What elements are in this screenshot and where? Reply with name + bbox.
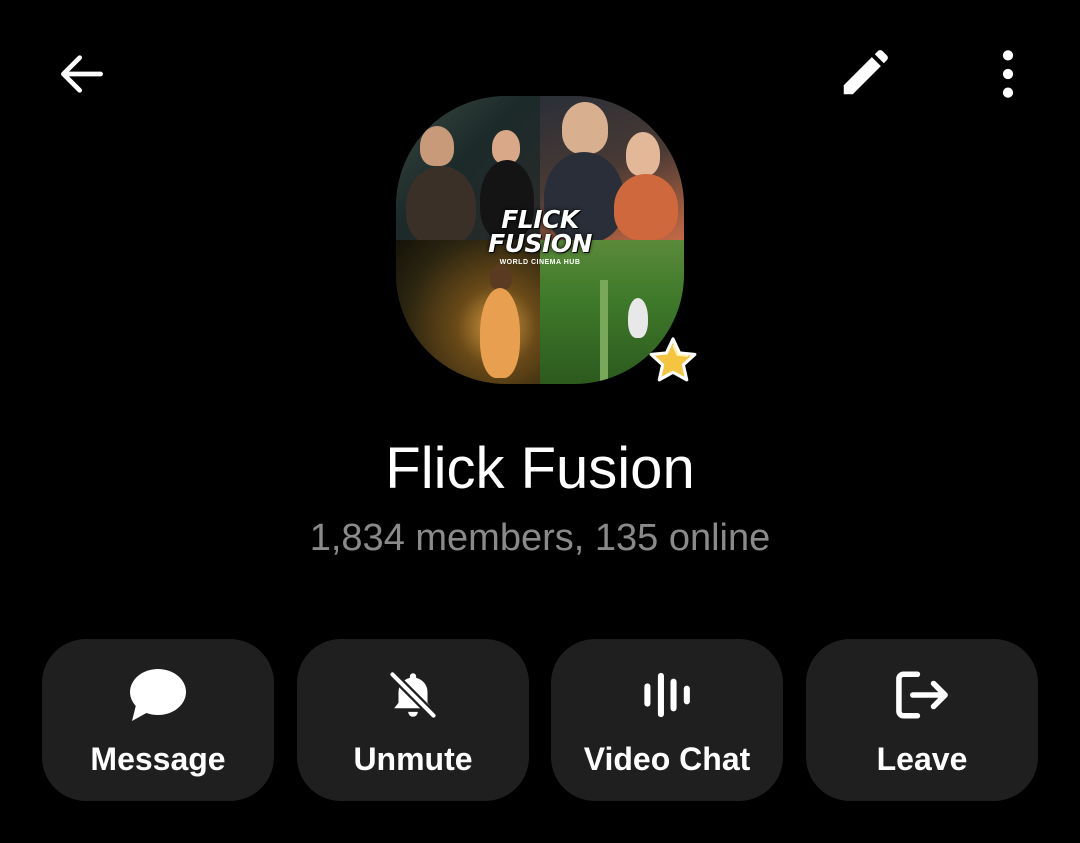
arrow-left-icon bbox=[61, 55, 103, 93]
pencil-icon bbox=[843, 50, 888, 95]
group-name: Flick Fusion bbox=[385, 436, 695, 501]
unmute-button[interactable]: Unmute bbox=[297, 639, 529, 801]
back-button[interactable] bbox=[46, 38, 118, 110]
voice-chat-icon bbox=[644, 672, 690, 718]
action-icon-wrap bbox=[297, 663, 529, 727]
action-icon-wrap bbox=[806, 663, 1038, 727]
avatar-subtitle: WORLD CINEMA HUB bbox=[499, 259, 581, 266]
star-icon bbox=[649, 337, 697, 382]
video-chat-button[interactable]: Video Chat bbox=[551, 639, 783, 801]
more-vertical-icon bbox=[1002, 50, 1014, 98]
chat-bubble-icon bbox=[130, 669, 186, 721]
video-chat-button-label: Video Chat bbox=[583, 741, 751, 777]
message-button-label: Message bbox=[90, 741, 226, 777]
action-icon-wrap bbox=[551, 663, 783, 727]
path-line bbox=[600, 280, 608, 384]
leave-button[interactable]: Leave bbox=[806, 639, 1038, 801]
star-badge bbox=[646, 334, 700, 388]
unmute-button-label: Unmute bbox=[353, 741, 473, 777]
leave-icon bbox=[896, 671, 948, 719]
avatar-title-line: FUSION bbox=[488, 229, 592, 258]
message-button[interactable]: Message bbox=[42, 639, 274, 801]
leave-button-label: Leave bbox=[876, 741, 968, 777]
group-avatar[interactable]: FLICK FUSION WORLD CINEMA HUB bbox=[396, 96, 684, 384]
avatar-title: FLICK FUSION bbox=[396, 207, 684, 258]
group-member-status: 1,834 members, 135 online bbox=[309, 517, 771, 559]
action-icon-wrap bbox=[42, 663, 274, 727]
bell-off-icon bbox=[388, 670, 438, 720]
action-buttons-row: Message Unmute Video Chat Leave bbox=[42, 639, 1038, 801]
edit-button[interactable] bbox=[828, 38, 900, 110]
group-avatar-container[interactable]: FLICK FUSION WORLD CINEMA HUB bbox=[396, 96, 697, 386]
more-options-button[interactable] bbox=[972, 38, 1044, 110]
